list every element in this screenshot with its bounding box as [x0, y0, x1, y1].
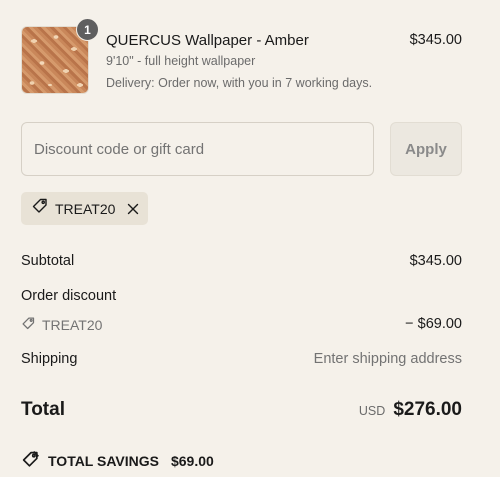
order-discount-code: TREAT20	[42, 317, 103, 333]
total-amount: $276.00	[393, 399, 462, 420]
order-discount-label: Order discount	[21, 288, 117, 304]
currency-code: USD	[358, 404, 386, 418]
tag-icon	[21, 450, 40, 472]
applied-discount-chip: TREAT20	[21, 192, 148, 225]
apply-discount-button[interactable]: Apply	[390, 122, 462, 176]
tag-icon	[31, 197, 49, 220]
applied-discount-code: TREAT20	[55, 200, 116, 217]
product-title: QUERCUS Wallpaper - Amber	[106, 32, 309, 49]
quantity-badge: 1	[76, 18, 99, 41]
total-label: Total	[21, 399, 65, 420]
subtotal-label: Subtotal	[21, 253, 75, 269]
discount-code-input[interactable]	[21, 122, 374, 176]
total-savings-value: $69.00	[170, 453, 214, 469]
total-savings-label: TOTAL SAVINGS	[48, 453, 159, 469]
order-discount-code-line: TREAT20	[21, 316, 102, 334]
total-savings: TOTAL SAVINGS $69.00	[21, 450, 214, 472]
product-thumbnail-wrapper: 1	[21, 18, 99, 94]
order-discount-value: − $69.00	[405, 316, 462, 332]
product-price: $345.00	[409, 32, 462, 48]
shipping-value: Enter shipping address	[313, 351, 462, 367]
total-price: USD $276.00	[359, 399, 462, 421]
product-variant: 9'10" - full height wallpaper	[106, 54, 256, 68]
tag-icon	[21, 316, 36, 334]
close-icon[interactable]	[127, 201, 139, 217]
subtotal-value: $345.00	[409, 253, 462, 269]
delivery-note: Delivery: Order now, with you in 7 worki…	[106, 76, 373, 90]
shipping-label: Shipping	[21, 351, 78, 367]
cart-line-item: 1 QUERCUS Wallpaper - Amber 9'10" - full…	[21, 18, 462, 96]
